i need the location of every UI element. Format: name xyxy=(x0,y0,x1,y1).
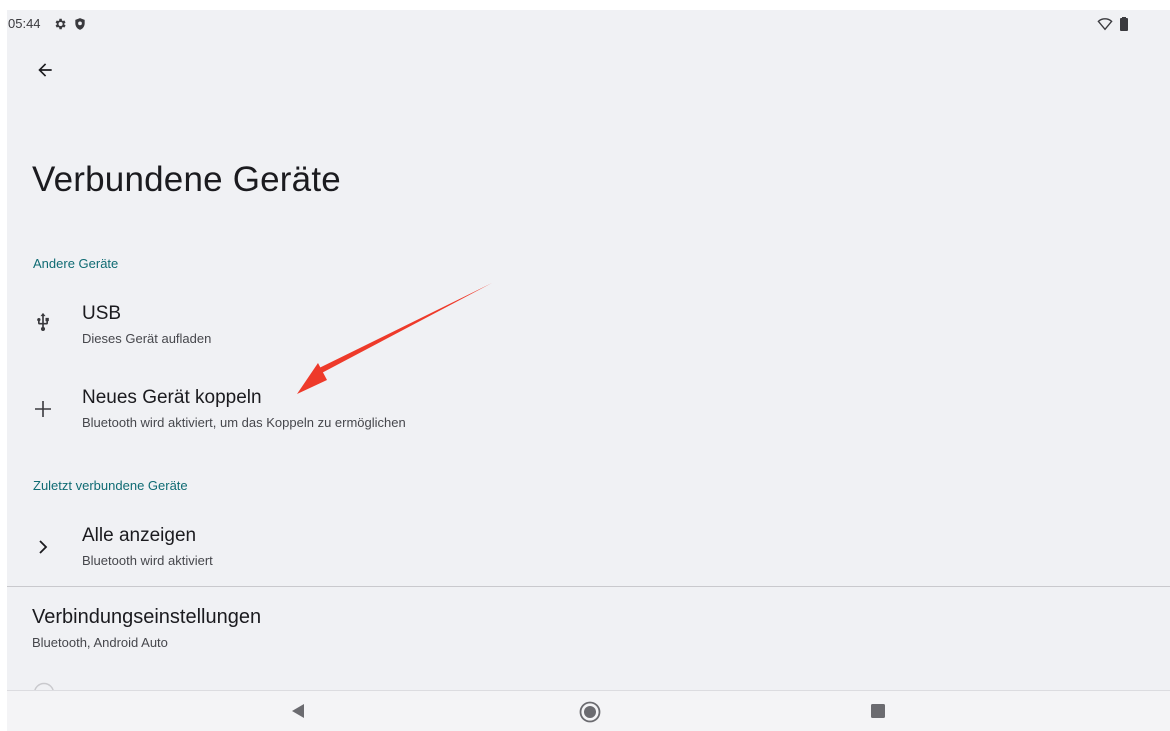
pref-title-pair-new-device: Neues Gerät koppeln xyxy=(82,387,262,408)
pref-title-usb: USB xyxy=(82,303,122,324)
nav-back-button[interactable] xyxy=(291,703,305,719)
battery-icon xyxy=(1120,17,1128,36)
pref-summary-usb: Dieses Gerät aufladen xyxy=(82,331,212,346)
pref-show-all[interactable]: Alle anzeigen Bluetooth wird aktiviert xyxy=(7,518,1170,582)
pref-title-show-all: Alle anzeigen xyxy=(82,525,197,546)
status-time: 05:44 xyxy=(8,16,41,31)
nav-home-button[interactable] xyxy=(579,701,601,723)
status-bar: 05:44 xyxy=(7,10,1170,36)
pref-summary-pair-new-device: Bluetooth wird aktiviert, um das Koppeln… xyxy=(82,415,406,430)
pref-pair-new-device[interactable]: Neues Gerät koppeln Bluetooth wird aktiv… xyxy=(7,380,1170,444)
section-header-recent-devices: Zuletzt verbundene Geräte xyxy=(33,478,188,493)
arrow-left-icon xyxy=(38,63,52,77)
wifi-icon xyxy=(1097,17,1113,36)
pref-connection-settings[interactable]: Verbindungseinstellungen Bluetooth, Andr… xyxy=(7,600,1170,660)
shield-icon xyxy=(73,17,87,36)
pref-title-connection-settings: Verbindungseinstellungen xyxy=(32,606,262,628)
usb-icon xyxy=(31,310,55,334)
pref-usb[interactable]: USB Dieses Gerät aufladen xyxy=(7,296,1170,360)
page-title: Verbundene Geräte xyxy=(32,160,341,199)
plus-icon xyxy=(31,397,55,421)
pref-summary-connection-settings: Bluetooth, Android Auto xyxy=(32,635,168,650)
back-button[interactable] xyxy=(31,56,59,84)
settings-screen: 05:44 Verbundene Geräte Andere Geräte US… xyxy=(7,10,1170,731)
gear-icon xyxy=(53,17,67,36)
pref-summary-show-all: Bluetooth wird aktiviert xyxy=(82,553,213,568)
nav-recents-icon xyxy=(871,704,885,718)
divider xyxy=(7,586,1170,587)
nav-back-icon xyxy=(292,704,304,718)
chevron-right-icon xyxy=(31,535,55,559)
nav-recents-button[interactable] xyxy=(871,704,885,718)
section-header-other-devices: Andere Geräte xyxy=(33,256,119,271)
nav-home-icon xyxy=(579,701,601,723)
navigation-bar xyxy=(7,690,1170,731)
